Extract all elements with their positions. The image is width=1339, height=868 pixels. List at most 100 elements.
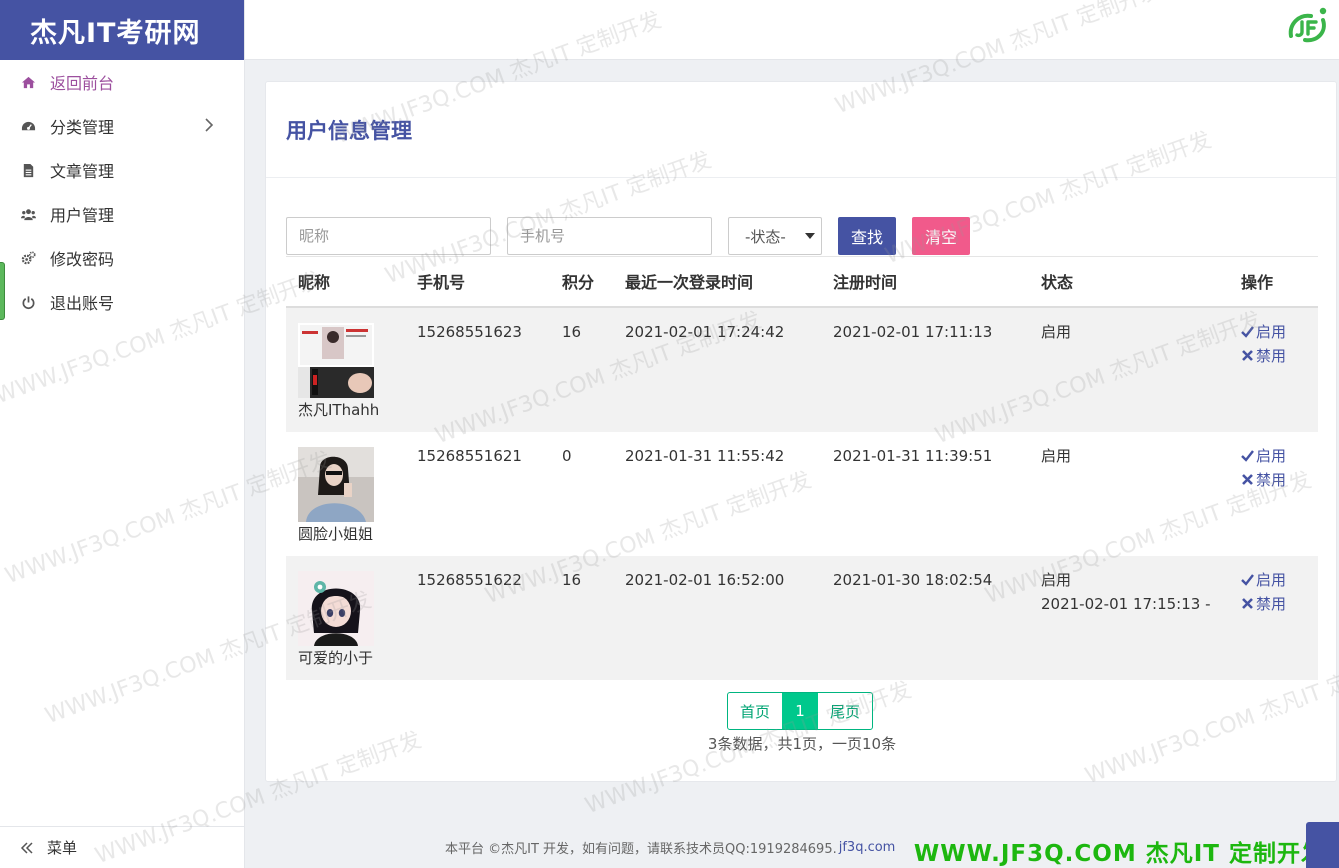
table-row: 圆脸小姐姐 15268551621 0 2021-01-31 11:55:42 …: [286, 432, 1318, 556]
disable-button[interactable]: 禁用: [1241, 344, 1306, 368]
cell-nickname: 圆脸小姐姐: [286, 432, 405, 556]
cell-registered: 2021-02-01 17:11:13: [833, 322, 993, 341]
column-header-nickname[interactable]: 昵称: [286, 256, 405, 308]
sidebar-footer-label: 菜单: [47, 839, 78, 857]
caret-down-icon: [805, 233, 815, 239]
power-icon: [20, 294, 36, 310]
cell-status: 启用: [1029, 432, 1229, 556]
clear-button[interactable]: 清空: [912, 217, 971, 255]
cell-points: 16: [562, 322, 582, 341]
cell-actions: 启用 禁用: [1229, 307, 1318, 432]
enable-button[interactable]: 启用: [1241, 320, 1306, 344]
cell-phone: 15268551621: [417, 446, 522, 465]
status-text: 启用: [1041, 570, 1072, 589]
filter-toolbar: -状态- 查找 清空: [286, 216, 986, 256]
cell-phone: 15268551623: [417, 322, 522, 341]
disable-label: 禁用: [1256, 470, 1287, 489]
cell-nickname: 可爱的小于: [286, 556, 405, 680]
sidebar-item-logout[interactable]: 退出账号: [0, 280, 244, 324]
sidebar-item-label: 返回前台: [50, 74, 115, 93]
user-management-panel: 用户信息管理 -状态- 查找 清空 昵称 手机号 积分 最近一次登录时间 注册时…: [265, 81, 1337, 782]
close-icon: [1242, 350, 1253, 361]
column-header-points[interactable]: 积分: [550, 256, 613, 308]
user-nickname: 可爱的小于: [298, 648, 374, 667]
cell-status: 启用 2021-02-01 17:15:13 -: [1029, 556, 1229, 680]
status-select-value: -状态-: [745, 227, 786, 246]
phone-input[interactable]: [507, 217, 712, 255]
check-icon: [1241, 450, 1254, 462]
close-icon: [1242, 474, 1253, 485]
top-bar: [245, 0, 1339, 60]
brand-watermark: WWW.JF3Q.COM 杰凡IT 定制开发: [913, 841, 1325, 867]
disable-button[interactable]: 禁用: [1241, 592, 1306, 616]
column-header-last-login[interactable]: 最近一次登录时间: [613, 256, 821, 308]
user-avatar[interactable]: [298, 570, 374, 646]
cell-last-login: 2021-02-01 17:24:42: [625, 322, 785, 341]
gears-icon: [20, 250, 36, 266]
column-header-registered[interactable]: 注册时间: [821, 256, 1029, 308]
check-icon: [1241, 326, 1254, 338]
chevron-right-icon: [205, 118, 214, 132]
sidebar-collapse-button[interactable]: 菜单: [0, 826, 245, 868]
status-select[interactable]: -状态-: [728, 217, 822, 255]
table-row: 可爱的小于 15268551622 16 2021-02-01 16:52:00…: [286, 555, 1318, 680]
footer-text: 本平台 ©杰凡IT 开发，如有问题，请联系技术员QQ:1919284695.: [445, 841, 837, 857]
page-title: 用户信息管理: [266, 82, 1336, 178]
enable-label: 启用: [1256, 570, 1287, 589]
current-page-button[interactable]: 1: [782, 693, 819, 729]
column-header-phone[interactable]: 手机号: [405, 256, 550, 308]
sidebar-item-articles[interactable]: 文章管理: [0, 148, 244, 192]
cell-last-login: 2021-02-01 16:52:00: [625, 570, 785, 589]
table-header-row: 昵称 手机号 积分 最近一次登录时间 注册时间 状态 操作: [286, 256, 1318, 308]
cell-actions: 启用 禁用: [1229, 556, 1318, 680]
sidebar-item-label: 分类管理: [50, 118, 115, 137]
disable-button[interactable]: 禁用: [1241, 468, 1306, 492]
brand-title[interactable]: 杰凡IT考研网: [0, 0, 244, 60]
cell-points: 0: [562, 446, 572, 465]
home-icon: [20, 74, 36, 90]
file-icon: [20, 162, 36, 178]
enable-button[interactable]: 启用: [1241, 568, 1306, 592]
status-extra: 2021-02-01 17:15:13 -: [1041, 594, 1211, 613]
nickname-input[interactable]: [286, 217, 491, 255]
sidebar-item-users[interactable]: 用户管理: [0, 192, 244, 236]
side-drawer-handle[interactable]: [0, 262, 5, 320]
status-text: 启用: [1041, 322, 1072, 341]
check-icon: [1241, 574, 1254, 586]
last-page-button[interactable]: 尾页: [818, 693, 872, 729]
footer-site-link[interactable]: jf3q.com: [839, 840, 896, 855]
jf-logo-icon: [1288, 7, 1327, 43]
user-avatar[interactable]: [298, 446, 374, 522]
sidebar-nav: 返回前台 分类管理 文章管理 用户管理 修改密码 退出账号: [0, 60, 244, 324]
cell-registered: 2021-01-30 18:02:54: [833, 570, 993, 589]
users-icon: [20, 206, 36, 222]
cell-actions: 启用 禁用: [1229, 432, 1318, 556]
table-row: 杰凡IThahh 15268551623 16 2021-02-01 17:24…: [286, 306, 1318, 432]
column-header-actions[interactable]: 操作: [1229, 256, 1318, 308]
first-page-button[interactable]: 首页: [728, 693, 782, 729]
sidebar-item-label: 退出账号: [50, 294, 115, 313]
cell-registered: 2021-01-31 11:39:51: [833, 446, 993, 465]
user-table: 昵称 手机号 积分 最近一次登录时间 注册时间 状态 操作 杰凡IThahh 1…: [286, 256, 1318, 680]
back-to-top-button[interactable]: [1306, 822, 1339, 868]
enable-button[interactable]: 启用: [1241, 444, 1306, 468]
column-header-status[interactable]: 状态: [1029, 256, 1229, 308]
double-chevron-left-icon: [20, 841, 33, 854]
pagination-info: 3条数据，共1页，一页10条: [707, 735, 897, 753]
sidebar: 杰凡IT考研网 返回前台 分类管理 文章管理 用户管理 修改密码 退出账号 菜单: [0, 0, 245, 868]
cell-status: 启用: [1029, 307, 1229, 432]
pagination: 首页 1 尾页: [727, 692, 874, 730]
user-nickname: 圆脸小姐姐: [298, 524, 374, 543]
disable-label: 禁用: [1256, 594, 1287, 613]
sidebar-item-home[interactable]: 返回前台: [0, 60, 244, 104]
search-button[interactable]: 查找: [838, 217, 897, 255]
sidebar-item-category[interactable]: 分类管理: [0, 104, 244, 148]
user-avatar[interactable]: [298, 322, 374, 398]
sidebar-item-password[interactable]: 修改密码: [0, 236, 244, 280]
close-icon: [1242, 598, 1253, 609]
sidebar-item-label: 文章管理: [50, 162, 115, 181]
sidebar-item-label: 修改密码: [50, 250, 115, 269]
user-nickname: 杰凡IThahh: [298, 400, 380, 419]
status-text: 启用: [1041, 446, 1072, 465]
enable-label: 启用: [1256, 446, 1287, 465]
